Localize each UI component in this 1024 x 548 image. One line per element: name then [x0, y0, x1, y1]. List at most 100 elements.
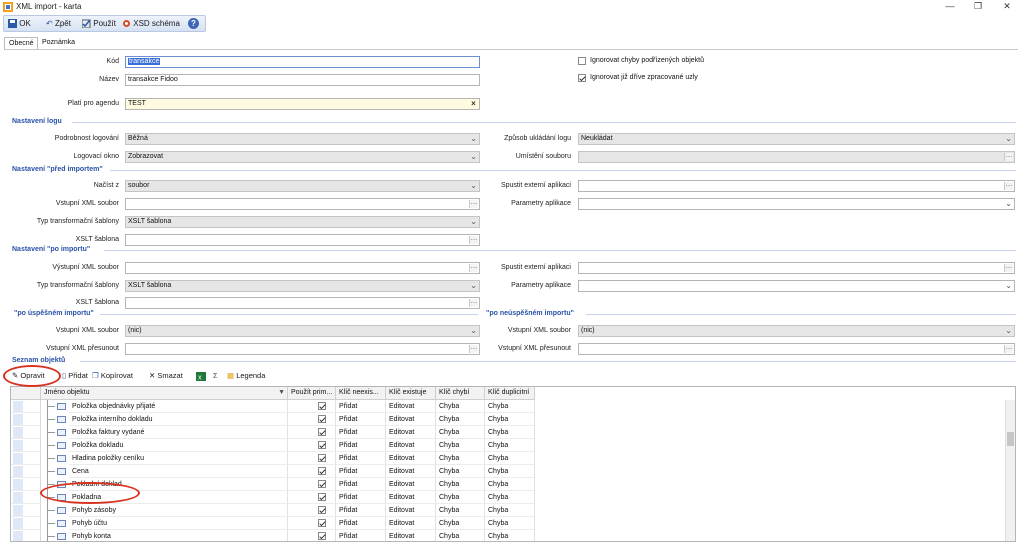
back-button[interactable]: ↶ Zpět [46, 18, 71, 30]
post-ext-field[interactable]: … [578, 262, 1015, 274]
key-missing-cell[interactable]: Chyba [436, 400, 485, 413]
key-missing-cell[interactable]: Chyba [436, 452, 485, 465]
pre-ext-field[interactable]: … [578, 180, 1015, 192]
pre-type-select[interactable]: XSLT šablona ⌄ [125, 216, 480, 228]
ellipsis-icon[interactable]: … [1004, 263, 1013, 272]
row-indicator[interactable] [11, 452, 41, 465]
key-not-exists-cell[interactable]: Přidat [336, 491, 386, 504]
row-indicator[interactable] [11, 504, 41, 517]
use-primary-checkbox[interactable] [318, 506, 326, 514]
pre-load-select[interactable]: soubor ⌄ [125, 180, 480, 192]
column-header-key-exists[interactable]: Klíč existuje [386, 387, 436, 400]
key-exists-cell[interactable]: Editovat [386, 413, 436, 426]
key-missing-cell[interactable]: Chyba [436, 465, 485, 478]
table-row[interactable]: Položka interního dokladu Přidat Editovat C… [11, 413, 1015, 426]
key-duplicate-cell[interactable]: Chyba [485, 517, 535, 530]
failure-input-select[interactable]: (nic) ⌄ [578, 325, 1015, 337]
key-not-exists-cell[interactable]: Přidat [336, 504, 386, 517]
column-header-name[interactable]: Jméno objektu ▼ [41, 387, 288, 400]
row-indicator[interactable] [11, 400, 41, 413]
key-missing-cell[interactable]: Chyba [436, 439, 485, 452]
log-window-select[interactable]: Zobrazovat ⌄ [125, 151, 480, 163]
use-primary-checkbox[interactable] [318, 467, 326, 475]
use-primary-checkbox[interactable] [318, 454, 326, 462]
use-primary-checkbox[interactable] [318, 493, 326, 501]
ellipsis-icon[interactable]: … [469, 199, 478, 208]
table-row[interactable]: Hladina položky ceníku Přidat Editovat Chyb… [11, 452, 1015, 465]
key-not-exists-cell[interactable]: Přidat [336, 530, 386, 541]
use-primary-cell[interactable] [288, 465, 336, 478]
post-xslt-field[interactable]: … [125, 297, 480, 309]
table-row[interactable]: Pohyb zásoby Přidat Editovat Chyba Chyba [11, 504, 1015, 517]
success-input-select[interactable]: (nic) ⌄ [125, 325, 480, 337]
key-duplicate-cell[interactable]: Chyba [485, 491, 535, 504]
key-duplicate-cell[interactable]: Chyba [485, 413, 535, 426]
table-row[interactable]: Pohyb účtu Přidat Editovat Chyba Chyba [11, 517, 1015, 530]
row-indicator[interactable] [11, 426, 41, 439]
log-save-select[interactable]: Neukládat ⌄ [578, 133, 1015, 145]
table-row[interactable]: Pokladna Přidat Editovat Chyba Chyba [11, 491, 1015, 504]
key-exists-cell[interactable]: Editovat [386, 452, 436, 465]
restore-button[interactable]: ❐ [972, 1, 984, 12]
use-primary-cell[interactable] [288, 452, 336, 465]
key-duplicate-cell[interactable]: Chyba [485, 530, 535, 541]
key-not-exists-cell[interactable]: Přidat [336, 400, 386, 413]
use-primary-checkbox[interactable] [318, 532, 326, 540]
key-exists-cell[interactable]: Editovat [386, 426, 436, 439]
use-primary-cell[interactable] [288, 491, 336, 504]
row-indicator[interactable] [11, 478, 41, 491]
key-duplicate-cell[interactable]: Chyba [485, 452, 535, 465]
use-primary-cell[interactable] [288, 400, 336, 413]
column-header-use-primary[interactable]: Použít prim... [288, 387, 336, 400]
use-primary-checkbox[interactable] [318, 428, 326, 436]
key-exists-cell[interactable]: Editovat [386, 400, 436, 413]
key-duplicate-cell[interactable]: Chyba [485, 400, 535, 413]
key-not-exists-cell[interactable]: Přidat [336, 465, 386, 478]
row-indicator[interactable] [11, 517, 41, 530]
copy-button[interactable]: ❐ Kopírovat [92, 370, 133, 382]
key-exists-cell[interactable]: Editovat [386, 439, 436, 452]
ellipsis-icon[interactable]: … [469, 344, 478, 353]
log-detail-select[interactable]: Běžná ⌄ [125, 133, 480, 145]
column-header-key-duplicate[interactable]: Klíč duplicitní [485, 387, 535, 400]
ok-button[interactable]: OK [8, 18, 31, 30]
ellipsis-icon[interactable]: … [1004, 152, 1013, 161]
post-params-select[interactable]: ⌄ [578, 280, 1015, 292]
kod-field[interactable]: transakce [125, 56, 480, 68]
export-button[interactable]: x [196, 370, 206, 382]
table-row[interactable]: Pohyb konta Přidat Editovat Chyba Chyba [11, 530, 1015, 541]
add-button[interactable]: ▯ Přidat [62, 370, 88, 382]
agenda-field[interactable]: TEST × [125, 98, 480, 110]
key-duplicate-cell[interactable]: Chyba [485, 465, 535, 478]
ellipsis-icon[interactable]: … [1004, 344, 1013, 353]
post-output-field[interactable]: … [125, 262, 480, 274]
key-missing-cell[interactable]: Chyba [436, 504, 485, 517]
use-primary-checkbox[interactable] [318, 519, 326, 527]
log-location-field[interactable]: … [578, 151, 1015, 163]
use-primary-cell[interactable] [288, 478, 336, 491]
key-exists-cell[interactable]: Editovat [386, 491, 436, 504]
ignore-processed-checkbox[interactable] [578, 74, 586, 82]
pre-params-select[interactable]: ⌄ [578, 198, 1015, 210]
pre-xslt-field[interactable]: … [125, 234, 480, 246]
xsd-schema-button[interactable]: XSD schéma [122, 18, 180, 30]
key-not-exists-cell[interactable]: Přidat [336, 439, 386, 452]
column-header-key-not-exists[interactable]: Klíč neexis... [336, 387, 386, 400]
use-primary-cell[interactable] [288, 504, 336, 517]
key-missing-cell[interactable]: Chyba [436, 426, 485, 439]
key-missing-cell[interactable]: Chyba [436, 413, 485, 426]
table-row[interactable]: Položka objednávky přijaté Přidat Editovat… [11, 400, 1015, 413]
key-duplicate-cell[interactable]: Chyba [485, 504, 535, 517]
key-not-exists-cell[interactable]: Přidat [336, 517, 386, 530]
success-move-field[interactable]: … [125, 343, 480, 355]
key-not-exists-cell[interactable]: Přidat [336, 413, 386, 426]
nazev-field[interactable]: transakce Fidoo [125, 74, 480, 86]
ellipsis-icon[interactable]: … [469, 235, 478, 244]
key-exists-cell[interactable]: Editovat [386, 530, 436, 541]
legend-button[interactable]: ▦ Legenda [227, 370, 265, 382]
post-type-select[interactable]: XSLT šablona ⌄ [125, 280, 480, 292]
use-primary-cell[interactable] [288, 530, 336, 541]
key-exists-cell[interactable]: Editovat [386, 517, 436, 530]
use-primary-checkbox[interactable] [318, 415, 326, 423]
table-row[interactable]: Položka dokladu Přidat Editovat Chyba Chyba [11, 439, 1015, 452]
